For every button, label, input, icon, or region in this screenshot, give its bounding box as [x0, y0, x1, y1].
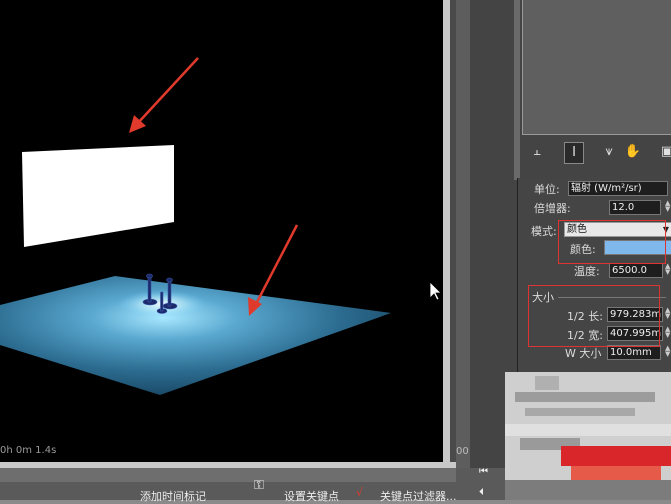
- viewport[interactable]: 0h 0m 1.4s: [0, 0, 443, 462]
- hierarchy-icon[interactable]: ✋: [624, 142, 642, 162]
- temperature-field[interactable]: 6500.0: [609, 263, 663, 278]
- temperature-spinner[interactable]: ▲ ▼: [665, 263, 671, 276]
- object-preview: [522, 0, 671, 135]
- time-ruler[interactable]: 00: [456, 0, 470, 470]
- mouse-cursor: [429, 281, 442, 301]
- temperature-label: 温度:: [574, 265, 600, 278]
- multiplier-spinner[interactable]: ▲ ▼: [665, 200, 671, 213]
- w-size-label: W 大小: [565, 347, 602, 360]
- key-mode-icon[interactable]: √: [356, 486, 363, 499]
- multiplier-label: 倍增器:: [534, 202, 571, 215]
- modifier-icon[interactable]: ⩛: [600, 142, 618, 162]
- multiplier-field[interactable]: 12.0: [609, 200, 661, 215]
- time-slider[interactable]: [0, 468, 456, 482]
- viewport-scene: [0, 57, 442, 395]
- half-width-spinner[interactable]: ▲ ▼: [665, 326, 671, 339]
- stack-icon[interactable]: Ⅰ: [564, 142, 584, 164]
- pixelated-area: [505, 372, 671, 500]
- mode-label: 模式:: [531, 225, 557, 238]
- key-filters-button[interactable]: 关键点过滤器...: [380, 488, 457, 504]
- ruler-value: 00: [456, 446, 469, 457]
- go-to-start-icon[interactable]: ⏮: [479, 466, 488, 477]
- display-icon[interactable]: ▣: [658, 142, 671, 162]
- size-highlight-box: [528, 285, 660, 347]
- area-light-panel: [22, 145, 174, 247]
- modify-toolbar: ⫠ Ⅰ ⩛ ✋ ▣: [520, 138, 671, 168]
- viewport-frame: [443, 0, 450, 462]
- floor-plane: [0, 276, 391, 395]
- half-length-spinner[interactable]: ▲ ▼: [665, 307, 671, 320]
- unit-label: 单位:: [534, 183, 560, 196]
- mode-highlight-box: [558, 220, 666, 264]
- unit-dropdown[interactable]: 辐射 (W/m²/sr): [568, 181, 668, 196]
- set-key-button[interactable]: 设置关键点: [284, 488, 339, 504]
- render-time: 0h 0m 1.4s: [0, 445, 57, 456]
- add-time-tag-button[interactable]: 添加时间标记: [140, 488, 206, 504]
- annotation-arrow: [129, 57, 199, 133]
- w-size-field[interactable]: 10.0mm: [607, 345, 661, 360]
- key-icon[interactable]: ⚿: [254, 478, 264, 493]
- pin-icon[interactable]: ⫠: [528, 142, 546, 162]
- w-size-spinner[interactable]: ▲ ▼: [665, 345, 671, 358]
- previous-frame-icon[interactable]: ⏴: [479, 487, 484, 498]
